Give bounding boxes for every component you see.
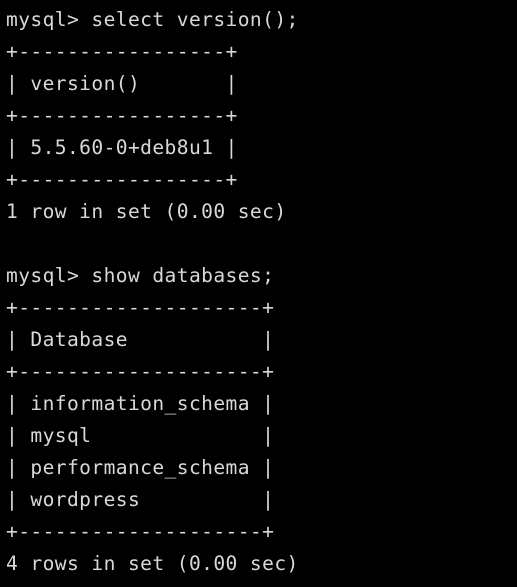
table-row-line: | 5.5.60-0+deb8u1 |: [6, 136, 238, 159]
terminal-window[interactable]: mysql> select version(); +--------------…: [0, 0, 517, 587]
table-header-line: | version() |: [6, 72, 238, 95]
table-row-line: | wordpress |: [6, 488, 275, 511]
table-row-line: | mysql |: [6, 424, 275, 447]
table-border-line: +-----------------+: [6, 40, 238, 63]
table-row-line: | information_schema |: [6, 392, 275, 415]
table-border-line: +--------------------+: [6, 360, 275, 383]
table-border-line: +-----------------+: [6, 104, 238, 127]
table-border-line: +-----------------+: [6, 168, 238, 191]
prompt-line: mysql> select version();: [6, 8, 299, 31]
result-status-line: 4 rows in set (0.00 sec): [6, 552, 299, 575]
table-row-line: | performance_schema |: [6, 456, 275, 479]
table-border-line: +--------------------+: [6, 296, 275, 319]
prompt-line: mysql> show databases;: [6, 264, 275, 287]
result-status-line: 1 row in set (0.00 sec): [6, 200, 287, 223]
table-header-line: | Database |: [6, 328, 275, 351]
table-border-line: +--------------------+: [6, 520, 275, 543]
